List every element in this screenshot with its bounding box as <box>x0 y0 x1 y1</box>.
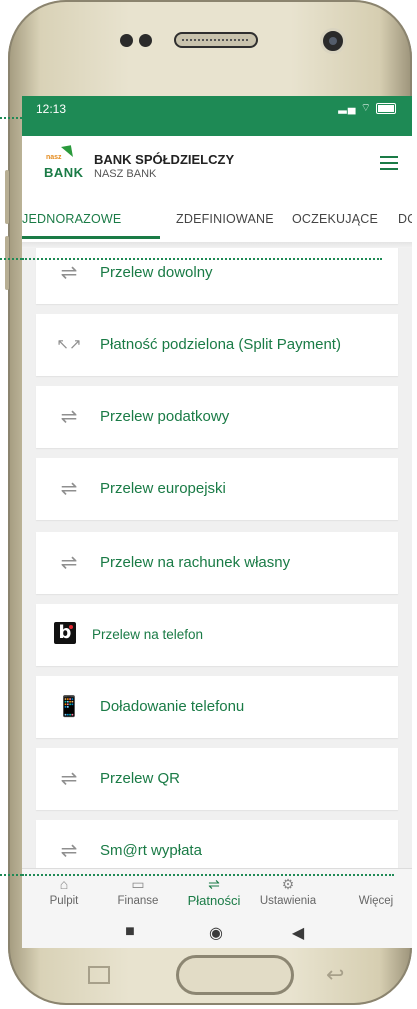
list-item-label: Przelew na telefon <box>92 627 204 642</box>
bank-subname: NASZ BANK <box>94 168 157 180</box>
nav-label: Płatności <box>187 893 241 908</box>
gear-icon: ⚙ <box>281 876 295 892</box>
list-item-label: Przelew na rachunek własny <box>100 554 291 571</box>
list-item-przelew-dowolny[interactable]: ⇌ Przelew dowolny <box>36 248 398 304</box>
home-circle-icon[interactable]: ◉ <box>204 923 228 943</box>
nav-label: Ustawienia <box>259 895 317 907</box>
callout-dotted-line <box>22 874 394 876</box>
back-triangle-icon[interactable]: ◀ <box>286 923 310 943</box>
active-tab-indicator <box>22 236 160 239</box>
nav-item-wiecej[interactable]: Więcej <box>340 875 412 907</box>
logo-main-text: BANK <box>44 165 84 180</box>
list-item-label: Płatność podzielona (Split Payment) <box>100 336 341 353</box>
status-bar-extension <box>22 122 412 136</box>
bank-name: BANK SPÓŁDZIELCZY <box>94 152 235 167</box>
status-time: 12:13 <box>36 102 67 116</box>
volume-button <box>5 170 9 224</box>
earpiece-speaker <box>174 32 258 48</box>
status-icons: ▂▄ ⌔ <box>338 101 396 115</box>
list-item-rachunek-wlasny[interactable]: ⇌ Przelew na rachunek własny <box>36 532 398 594</box>
hamburger-menu-icon[interactable] <box>380 156 398 170</box>
bank-brand: BANK SPÓŁDZIELCZY NASZ BANK <box>94 152 234 180</box>
signal-icon: ▂▄ <box>338 102 357 114</box>
nav-item-ustawienia[interactable]: ⚙ Ustawienia <box>252 875 324 907</box>
nav-label: Pulpit <box>49 895 79 907</box>
bank-logo: nasz BANK <box>44 144 88 184</box>
home-icon: ⌂ <box>59 876 69 892</box>
transfer-arrows-icon: ⇌ <box>60 478 78 500</box>
callout-dotted-line <box>0 258 22 260</box>
callout-dotted-line <box>22 258 382 260</box>
transfer-arrows-icon: ⇌ <box>60 406 78 428</box>
front-camera <box>320 28 346 54</box>
back-key-icon[interactable]: ↩ <box>326 962 344 988</box>
callout-dotted-line <box>0 117 22 119</box>
nav-label: Więcej <box>358 895 394 907</box>
list-item-label: Przelew podatkowy <box>100 408 230 425</box>
wallet-icon: ▭ <box>131 876 145 892</box>
list-item-label: Przelew dowolny <box>100 264 213 281</box>
list-item-label: Przelew europejski <box>100 480 226 497</box>
android-nav-bar: ■ ◉ ◀ <box>22 918 412 948</box>
tab-do[interactable]: DO <box>398 212 412 226</box>
list-item-label: Doładowanie telefonu <box>100 698 245 715</box>
callout-dotted-line <box>0 874 22 876</box>
recent-apps-key[interactable] <box>88 966 110 984</box>
transfer-arrows-icon: ⇌ <box>60 262 78 284</box>
sensor-dots <box>120 34 152 47</box>
split-arrows-icon: ↖↗ <box>56 336 82 353</box>
phone-screen: 12:13 ▂▄ ⌔ nasz BANK BANK SPÓŁDZIELCZY N… <box>22 96 412 918</box>
volume-button-lower <box>5 236 9 290</box>
stop-square-icon[interactable]: ■ <box>118 923 142 941</box>
tab-oczekujace[interactable]: OCZEKUJĄCE <box>292 212 378 226</box>
more-icon <box>340 875 412 893</box>
battery-icon <box>376 102 396 114</box>
logo-arrow-icon <box>61 145 73 159</box>
payment-list: ⇌ Przelew dowolny ↖↗ Płatność podzielona… <box>22 248 412 868</box>
blik-icon: b <box>54 622 76 644</box>
tab-zdefiniowane[interactable]: ZDEFINIOWANE <box>176 212 274 226</box>
list-item-przelew-europejski[interactable]: ⇌ Przelew europejski <box>36 458 398 520</box>
list-item-doladowanie[interactable]: 📱 Doładowanie telefonu <box>36 676 398 738</box>
tab-jednorazowe[interactable]: JEDNORAZOWE <box>22 212 121 226</box>
list-item-smart-wyplata[interactable]: ⇌ Sm@rt wypłata <box>36 820 398 868</box>
wifi-icon: ⌔ <box>360 102 372 114</box>
nav-item-pulpit[interactable]: ⌂ Pulpit <box>28 875 100 907</box>
phone-topup-icon: 📱 <box>56 696 82 718</box>
nav-item-platnosci[interactable]: ⇌ Płatności <box>178 875 250 908</box>
list-item-przelew-qr[interactable]: ⇌ Przelew QR <box>36 748 398 810</box>
transfer-arrows-icon: ⇌ <box>60 552 78 574</box>
logo-small-text: nasz <box>46 154 62 161</box>
nav-label: Finanse <box>117 895 159 907</box>
list-item-przelew-na-telefon[interactable]: b Przelew na telefon <box>36 604 398 666</box>
list-item-label: Przelew QR <box>100 770 181 787</box>
nav-item-finanse[interactable]: ▭ Finanse <box>102 875 174 907</box>
list-item-label: Sm@rt wypłata <box>100 842 202 859</box>
callout-dotted-line <box>22 117 392 119</box>
list-item-przelew-podatkowy[interactable]: ⇌ Przelew podatkowy <box>36 386 398 448</box>
transfer-arrows-icon: ⇌ <box>60 768 78 790</box>
transfer-arrows-icon: ⇌ <box>208 876 220 892</box>
home-button[interactable] <box>176 955 294 995</box>
app-header: nasz BANK BANK SPÓŁDZIELCZY NASZ BANK <box>22 136 412 198</box>
list-item-split-payment[interactable]: ↖↗ Płatność podzielona (Split Payment) <box>36 314 398 376</box>
transfer-arrows-icon: ⇌ <box>60 840 78 862</box>
